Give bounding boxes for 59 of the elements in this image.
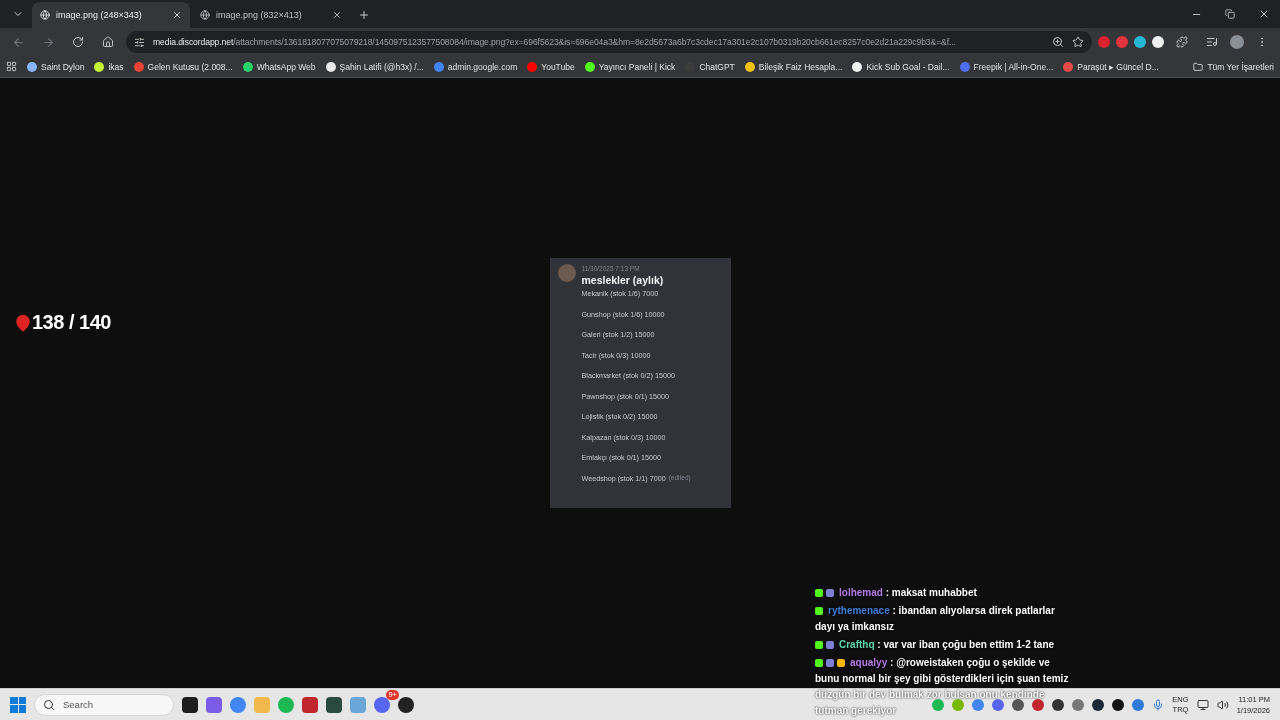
zoom-icon[interactable] (1052, 36, 1064, 48)
user-avatar (557, 264, 576, 282)
bookmark-link[interactable]: admin.google.com (433, 61, 518, 72)
bookmark-link[interactable]: YouTube (527, 61, 575, 72)
globe-icon (40, 10, 50, 20)
back-arrow-icon (11, 35, 25, 49)
search-icon (43, 698, 55, 711)
bookmark-link[interactable]: ChatGPT (685, 61, 735, 72)
reload-icon (72, 36, 84, 48)
microphone-icon[interactable] (1152, 698, 1165, 711)
close-icon[interactable] (172, 10, 182, 20)
app-icon[interactable] (182, 696, 198, 713)
bookmark-link[interactable]: Yayıncı Paneli | Kick (584, 61, 676, 72)
site-settings-icon[interactable] (134, 36, 145, 48)
app-icon[interactable] (398, 696, 414, 713)
tray-icon[interactable] (1112, 698, 1125, 711)
message-title: meslekler (aylık) (581, 274, 665, 286)
volume-icon[interactable] (1216, 698, 1229, 711)
chat-message: aqualyy : @roweistaken çoğu o şekilde ve bunu normal bir şey gibi gösterdikleri için şuan temiz düzgün bir dev bulmak zor bulsan onu kendinde tutman gerekiyor (815, 656, 1070, 719)
chat-message: Crafthq : var var iban çoğu ben ettim 1-2 tane (815, 637, 1077, 653)
forward-arrow-icon (41, 35, 55, 49)
chat-message: rythemenace : ibandan alıyolarsa direk patlarlar dayı ya imkansız (815, 604, 1056, 634)
bookmarks-folder[interactable]: Tüm Yer İşaretleri (1193, 61, 1274, 72)
tray-icon[interactable] (1012, 698, 1025, 711)
home-icon (102, 36, 114, 48)
extension-icon[interactable] (1134, 36, 1146, 48)
bookmark-link[interactable]: Saint Dylon (27, 61, 85, 72)
extension-icon[interactable] (1152, 36, 1164, 48)
counter-text: 138 / 140 (32, 311, 111, 334)
bookmark-link[interactable]: Freepik | All-in-One... (959, 61, 1054, 72)
map-pin-icon (14, 313, 32, 332)
browser-tab[interactable]: image.png (248×343) (32, 2, 190, 28)
puzzle-icon (1176, 36, 1188, 48)
search-field[interactable]: Search (34, 693, 174, 716)
close-icon[interactable] (332, 10, 342, 20)
bookmark-link[interactable]: Kick Sub Goal - Dail... (852, 61, 950, 72)
bookmark-link[interactable]: Bileşik Faiz Hesapla... (744, 61, 843, 72)
close-icon (1258, 8, 1270, 20)
start-button[interactable] (10, 696, 26, 713)
globe-icon (200, 10, 210, 20)
apps-icon[interactable] (6, 61, 17, 72)
restore-icon (1225, 9, 1235, 19)
bookmark-link[interactable]: WhatsApp Web (242, 61, 316, 72)
tray-icon[interactable] (1092, 698, 1105, 711)
music-list-icon (1206, 36, 1218, 48)
chat-message: lolhemad : maksat muhabbet (815, 585, 1077, 601)
tray-icon[interactable] (1052, 698, 1065, 711)
folder-icon (1193, 61, 1204, 72)
bookmark-star-icon[interactable] (1072, 36, 1084, 48)
app-icon[interactable] (326, 696, 342, 713)
bookmark-link[interactable]: Paraşüt ▸ Güncel D... (1063, 61, 1159, 72)
address-bar[interactable]: media.discordapp.net/attachments/1361818077075079218/1450975123577508084/image.png?ex=696f5623&is=696e04a3&hm=8e2d5673a6b7c3cdec17a301e2c107b0319b20cb661ec8257c0e2d21a229c9b3&=&f... (126, 31, 1092, 53)
bookmark-link[interactable]: Şahin Latifi (@h3x) /... (325, 61, 424, 72)
browser-tab[interactable]: image.png (832×413) (192, 2, 350, 28)
monitor-icon[interactable] (1196, 698, 1209, 711)
bookmark-link[interactable]: ikas (94, 61, 124, 72)
plus-icon (358, 9, 370, 21)
bookmark-link[interactable]: Gelen Kutusu (2.008... (133, 61, 233, 72)
profile-avatar[interactable] (1230, 35, 1244, 49)
